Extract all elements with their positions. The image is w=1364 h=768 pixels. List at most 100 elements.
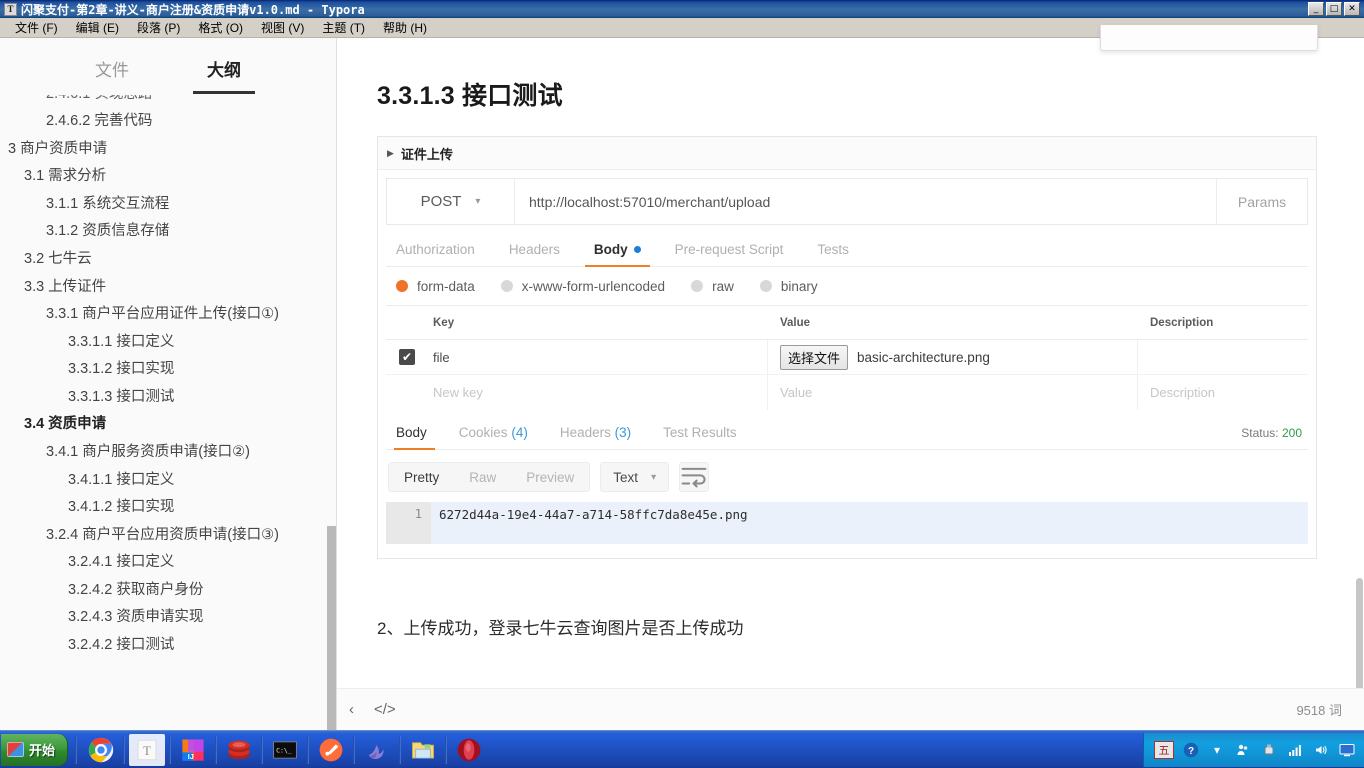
close-button[interactable]: ✕ xyxy=(1344,2,1360,16)
tab-body[interactable]: Body xyxy=(577,242,658,266)
taskbar-app-navicat[interactable] xyxy=(359,734,395,766)
window-controls: _ □ ✕ xyxy=(1308,2,1362,16)
response-tab-cookies[interactable]: Cookies (4) xyxy=(443,425,544,449)
params-button[interactable]: Params xyxy=(1217,179,1307,224)
new-description-input[interactable]: Description xyxy=(1150,385,1215,400)
outline-item[interactable]: 3.1.2 资质信息存储 xyxy=(0,218,331,246)
people-icon[interactable] xyxy=(1234,741,1252,759)
outline-item[interactable]: 3.3.1.2 接口实现 xyxy=(0,356,331,384)
usb-icon[interactable] xyxy=(1260,741,1278,759)
new-value-input[interactable]: Value xyxy=(780,385,812,400)
menu-edit[interactable]: 编辑 (E) xyxy=(67,17,128,38)
response-body-text[interactable]: 6272d44a-19e4-44a7-a714-58ffc7da8e45e.pn… xyxy=(431,502,1308,544)
response-tab-body[interactable]: Body xyxy=(386,425,443,449)
table-placeholder-row[interactable]: New key Value Description xyxy=(386,375,1308,410)
table-row[interactable]: ✔ file 选择文件 basic-architecture.png xyxy=(386,340,1308,375)
outline-item[interactable]: 3 商户资质申请 xyxy=(0,135,331,163)
tab-tests[interactable]: Tests xyxy=(800,242,866,266)
collapse-caret-icon[interactable]: ▶ xyxy=(387,148,394,159)
volume-icon[interactable] xyxy=(1312,741,1330,759)
network-icon[interactable] xyxy=(1286,741,1304,759)
outline-item[interactable]: 3.4 资质申请 xyxy=(0,411,331,439)
taskbar-app-postman[interactable] xyxy=(313,734,349,766)
radio-x-www-form-urlencoded[interactable]: x-www-form-urlencoded xyxy=(501,279,665,294)
radio-raw[interactable]: raw xyxy=(691,279,734,294)
ime-indicator[interactable]: 五 xyxy=(1154,741,1174,759)
outline-item[interactable]: 3.3 上传证件 xyxy=(0,273,331,301)
help-icon[interactable]: ? xyxy=(1182,741,1200,759)
source-code-mode-icon[interactable]: </> xyxy=(374,701,396,718)
taskbar-app-opera[interactable] xyxy=(451,734,487,766)
floating-search-popup[interactable] xyxy=(1100,25,1318,51)
svg-text:IJ: IJ xyxy=(188,751,194,760)
editor-status-bar: ‹ </> 9518 词 xyxy=(337,688,1364,730)
postman-url-row: POST ▾ http://localhost:57010/merchant/u… xyxy=(386,178,1308,225)
cell-key[interactable]: file xyxy=(433,350,450,365)
outline-item[interactable]: 3.1.1 系统交互流程 xyxy=(0,190,331,218)
new-key-input[interactable]: New key xyxy=(433,385,483,400)
sidebar-scrollbar[interactable] xyxy=(326,94,336,730)
response-view-toolbar: Pretty Raw Preview Text ▾ xyxy=(386,462,1308,492)
taskbar-app-command-prompt[interactable]: C:\_ xyxy=(267,734,303,766)
taskbar-app-file-explorer[interactable] xyxy=(405,734,441,766)
wrap-lines-button[interactable] xyxy=(679,462,709,492)
outline-item[interactable]: 3.3.1.1 接口定义 xyxy=(0,328,331,356)
outline-item[interactable]: 3.3.1 商户平台应用证件上传(接口①) xyxy=(0,301,331,329)
outline-item[interactable]: 3.4.1.2 接口实现 xyxy=(0,494,331,522)
back-arrow-icon[interactable]: ‹ xyxy=(349,701,354,718)
outline-item[interactable]: 3.2.4.2 接口测试 xyxy=(0,632,331,660)
response-tab-headers[interactable]: Headers (3) xyxy=(544,425,647,449)
sidebar-scrollbar-thumb[interactable] xyxy=(327,526,336,730)
outline-item[interactable]: 3.2.4 商户平台应用资质申请(接口③) xyxy=(0,521,331,549)
outline-list[interactable]: 2.4.6.1 实现思路2.4.6.2 完善代码3 商户资质申请3.1 需求分析… xyxy=(0,94,331,730)
taskbar-app-redis[interactable] xyxy=(221,734,257,766)
taskbar-app-intellij-idea[interactable]: IJ xyxy=(175,734,211,766)
radio-form-data[interactable]: form-data xyxy=(396,279,475,294)
response-type-select[interactable]: Text ▾ xyxy=(600,462,669,492)
outline-item[interactable]: 3.2.4.3 资质申请实现 xyxy=(0,604,331,632)
outline-item[interactable]: 3.2.4.2 获取商户身份 xyxy=(0,576,331,604)
svg-text:T: T xyxy=(143,743,151,757)
request-url-input[interactable]: http://localhost:57010/merchant/upload xyxy=(515,179,1217,224)
row-checkbox[interactable]: ✔ xyxy=(399,349,415,365)
http-method-select[interactable]: POST ▾ xyxy=(387,179,515,224)
menu-paragraph[interactable]: 段落 (P) xyxy=(128,17,189,38)
display-icon[interactable] xyxy=(1338,741,1356,759)
taskbar-separator xyxy=(445,736,447,764)
radio-off-icon xyxy=(760,280,772,292)
menu-help[interactable]: 帮助 (H) xyxy=(374,17,436,38)
taskbar-app-typora[interactable]: T xyxy=(129,734,165,766)
view-raw-button[interactable]: Raw xyxy=(454,470,511,485)
outline-item[interactable]: 3.2.4.1 接口定义 xyxy=(0,549,331,577)
tab-files[interactable]: 文件 xyxy=(95,56,129,94)
tab-headers[interactable]: Headers xyxy=(492,242,577,266)
outline-item[interactable]: 3.4.1 商户服务资质申请(接口②) xyxy=(0,439,331,467)
outline-item[interactable]: 3.3.1.3 接口测试 xyxy=(0,383,331,411)
outline-item[interactable]: 3.2 七牛云 xyxy=(0,245,331,273)
svg-text:C:\_: C:\_ xyxy=(276,746,292,754)
column-header-key: Key xyxy=(433,317,454,329)
tab-pre-request-script[interactable]: Pre-request Script xyxy=(658,242,801,266)
menu-view[interactable]: 视图 (V) xyxy=(252,17,313,38)
menu-format[interactable]: 格式 (O) xyxy=(189,17,252,38)
view-preview-button[interactable]: Preview xyxy=(511,470,589,485)
expand-tray-icon[interactable]: ▾ xyxy=(1208,741,1226,759)
taskbar-app-list: T IJ xyxy=(80,733,490,767)
minimize-button[interactable]: _ xyxy=(1308,2,1324,16)
outline-item[interactable]: 3.4.1.1 接口定义 xyxy=(0,466,331,494)
document-content[interactable]: 3.3.1.3 接口测试 ▶ 证件上传 POST ▾ http://localh… xyxy=(337,38,1364,688)
outline-item[interactable]: 2.4.6.1 实现思路 xyxy=(0,94,331,108)
response-tab-test-results[interactable]: Test Results xyxy=(647,425,753,449)
tab-outline[interactable]: 大纲 xyxy=(207,56,241,94)
outline-item[interactable]: 2.4.6.2 完善代码 xyxy=(0,108,331,136)
tab-authorization[interactable]: Authorization xyxy=(386,242,492,266)
start-button[interactable]: 开始 xyxy=(1,734,68,766)
menu-file[interactable]: 文件 (F) xyxy=(6,17,67,38)
menu-theme[interactable]: 主题 (T) xyxy=(313,17,374,38)
choose-file-button[interactable]: 选择文件 xyxy=(780,345,848,370)
taskbar-app-chrome[interactable] xyxy=(83,734,119,766)
view-pretty-button[interactable]: Pretty xyxy=(389,470,454,485)
radio-binary[interactable]: binary xyxy=(760,279,818,294)
outline-item[interactable]: 3.1 需求分析 xyxy=(0,163,331,191)
maximize-button[interactable]: □ xyxy=(1326,2,1342,16)
